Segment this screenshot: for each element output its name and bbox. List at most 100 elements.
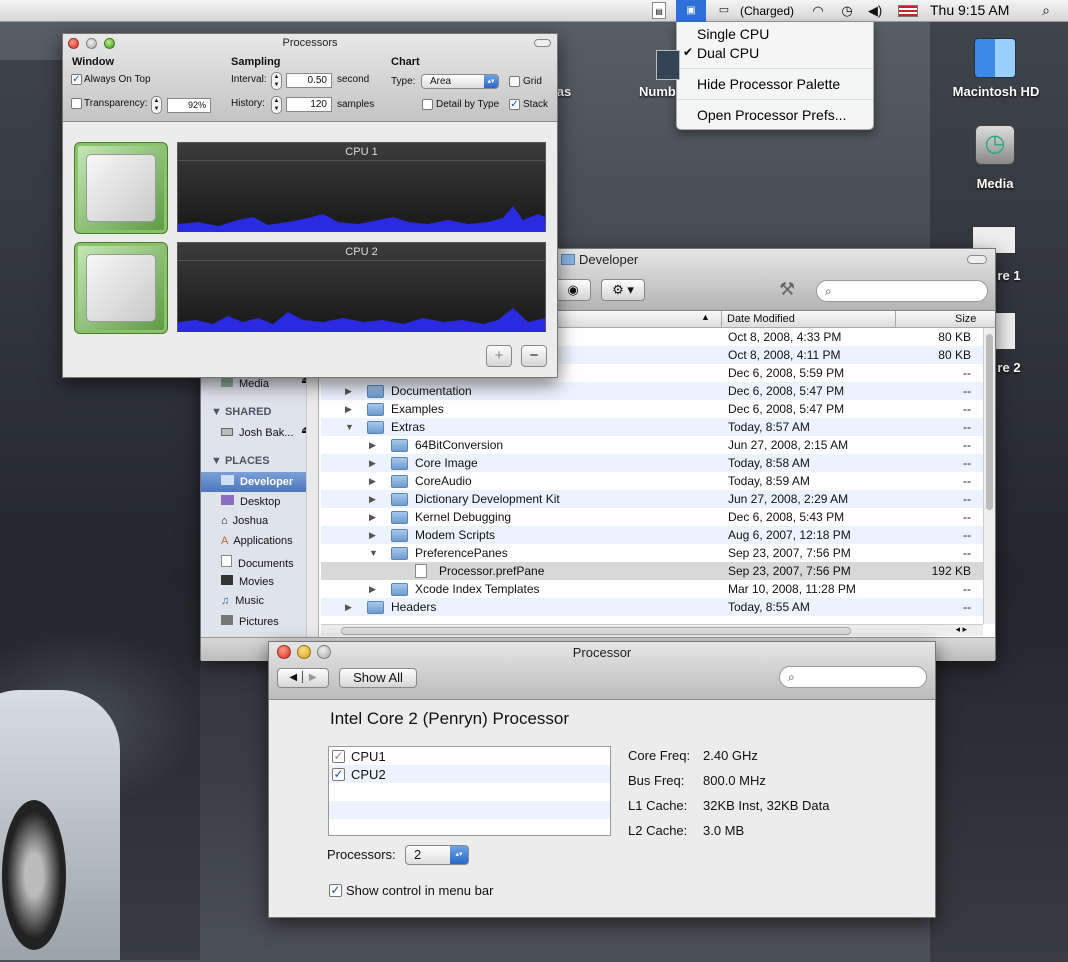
sidebar-item-shared-computer[interactable]: Josh Bak... — [221, 427, 293, 439]
scroll-thumb[interactable] — [341, 627, 851, 635]
menu-item-open-prefs[interactable]: Open Processor Prefs... — [697, 107, 846, 123]
document-icon[interactable]: ▤ — [652, 2, 666, 19]
menu-item-dual-cpu[interactable]: Dual CPU — [697, 45, 759, 61]
transparency-checkbox[interactable] — [71, 98, 82, 109]
cpu1-checkbox[interactable]: ✓ — [332, 750, 345, 763]
cpu2-checkbox[interactable]: ✓ — [332, 768, 345, 781]
disclosure-down-icon[interactable]: ▼ — [345, 418, 354, 436]
finder-search-field[interactable]: ⌕ — [816, 280, 988, 302]
desktop-icon-re-2[interactable]: re 2 — [994, 360, 1024, 375]
disclosure-down-icon[interactable]: ▼ — [369, 544, 378, 562]
table-row[interactable]: ▶ Modem Scripts Aug 6, 2007, 12:18 PM -- — [321, 526, 983, 544]
table-row[interactable]: ▼ Extras Today, 8:57 AM -- — [321, 418, 983, 436]
sidebar-item-desktop[interactable]: Desktop — [221, 495, 280, 508]
table-row[interactable]: ▶ Dictionary Development Kit Jun 27, 2008,… — [321, 490, 983, 508]
folder-icon — [391, 529, 408, 542]
sidebar-item-movies[interactable]: Movies — [221, 575, 274, 588]
remove-button[interactable]: − — [521, 345, 547, 367]
disclosure-right-icon[interactable]: ▶ — [345, 598, 352, 616]
history-stepper[interactable]: ▲ ▼ — [271, 96, 282, 114]
chart-type-popup[interactable]: Area ▴▾ — [421, 74, 499, 89]
toolbar-toggle[interactable] — [967, 255, 987, 264]
back-forward-buttons[interactable]: ◀ │ ▶ — [277, 668, 329, 688]
always-on-top-checkbox[interactable]: ✓ — [71, 74, 82, 85]
quick-look-button[interactable]: ◉ — [555, 279, 591, 301]
finder-face-icon[interactable] — [974, 38, 1016, 78]
numbers-app-icon[interactable] — [656, 50, 680, 80]
column-date-modified[interactable]: Date Modified — [727, 313, 795, 325]
transparency-stepper[interactable]: ▲ ▼ — [151, 96, 162, 114]
menu-item-hide-palette[interactable]: Hide Processor Palette — [697, 76, 840, 92]
toolbar-toggle[interactable] — [534, 39, 551, 47]
table-row[interactable]: ▶ Documentation Dec 6, 2008, 5:47 PM -- — [321, 382, 983, 400]
menu-clock[interactable]: Thu 9:15 AM — [930, 2, 1009, 18]
time-machine-drive-icon[interactable]: ◷ — [975, 125, 1015, 165]
disclosure-right-icon[interactable]: ▶ — [369, 526, 376, 544]
sidebar-item-documents[interactable]: Documents — [221, 555, 294, 570]
wifi-icon[interactable]: ◠ — [808, 2, 828, 19]
tools-icon[interactable]: ⚒ — [779, 279, 795, 300]
grid-checkbox[interactable] — [509, 76, 520, 87]
table-row[interactable]: ▶ Core Image Today, 8:58 AM -- — [321, 454, 983, 472]
sidebar-item-media[interactable]: Media — [221, 377, 269, 390]
desktop-icon-numbers[interactable]: Numb — [639, 84, 675, 99]
battery-icon[interactable]: ▭ — [712, 2, 736, 19]
sidebar-item-applications[interactable]: A Applications — [221, 535, 293, 547]
disclosure-right-icon[interactable]: ▶ — [369, 472, 376, 490]
processor-menu-icon[interactable]: ▣ — [676, 0, 706, 22]
disk-image-icon[interactable] — [994, 312, 1016, 350]
action-menu-button[interactable]: ⚙ ▾ — [601, 279, 645, 301]
vertical-scrollbar[interactable] — [983, 328, 995, 624]
transparency-field[interactable]: 92% — [167, 98, 211, 113]
sidebar-item-joshua[interactable]: ⌂ Joshua — [221, 515, 268, 527]
us-flag-icon[interactable] — [898, 5, 918, 17]
show-control-checkbox[interactable]: ✓ — [329, 884, 342, 897]
table-row[interactable]: ▼ PreferencePanes Sep 23, 2007, 7:56 PM -- — [321, 544, 983, 562]
interval-stepper[interactable]: ▲ ▼ — [271, 72, 282, 90]
show-all-button[interactable]: Show All — [339, 668, 417, 688]
forward-icon[interactable]: ▶ — [309, 672, 317, 683]
sidebar-item-pictures[interactable]: Pictures — [221, 615, 279, 628]
menu-item-single-cpu[interactable]: Single CPU — [697, 26, 769, 42]
sidebar-header-shared[interactable]: ▼ SHARED — [211, 406, 271, 418]
prefs-search-field[interactable]: ⌕ — [779, 666, 927, 688]
desktop-icon-partial[interactable]: as — [556, 84, 572, 99]
back-icon[interactable]: ◀ — [289, 672, 297, 683]
scroll-arrows-icon[interactable]: ◂ ▸ — [955, 624, 967, 635]
table-row[interactable]: ▶ Kernel Debugging Dec 6, 2008, 5:43 PM -- — [321, 508, 983, 526]
disclosure-right-icon[interactable]: ▶ — [345, 382, 352, 400]
disclosure-right-icon[interactable]: ▶ — [369, 454, 376, 472]
disclosure-right-icon[interactable]: ▶ — [369, 490, 376, 508]
sidebar-item-developer[interactable]: Developer — [221, 475, 293, 488]
add-button[interactable]: + — [486, 345, 512, 367]
desktop-icon-macintosh-hd[interactable]: Macintosh HD — [950, 84, 1042, 99]
spotlight-icon[interactable]: ⌕ — [1036, 2, 1056, 19]
horizontal-scrollbar[interactable]: ◂ ▸ — [321, 624, 983, 636]
table-row[interactable]: Processor.prefPane Sep 23, 2007, 7:56 PM 1… — [321, 562, 983, 580]
desktop-icon-media[interactable]: Media — [960, 176, 1030, 191]
disclosure-right-icon[interactable]: ▶ — [369, 436, 376, 454]
history-field[interactable]: 120 — [286, 97, 332, 112]
table-row[interactable]: ▶ Xcode Index Templates Mar 10, 2008, 11:2… — [321, 580, 983, 598]
disclosure-right-icon[interactable]: ▶ — [345, 400, 352, 418]
table-row[interactable]: ▶ Headers Today, 8:55 AM -- — [321, 598, 983, 616]
disclosure-right-icon[interactable]: ▶ — [369, 580, 376, 598]
sort-indicator-icon[interactable]: ▲ — [701, 312, 710, 322]
detail-by-type-checkbox[interactable] — [422, 99, 433, 110]
stack-checkbox[interactable]: ✓ — [509, 99, 520, 110]
scroll-thumb[interactable] — [986, 334, 993, 510]
file-name: Core Image — [415, 456, 478, 470]
folder-icon — [391, 583, 408, 596]
processors-popup[interactable]: 2 ▴▾ — [405, 845, 469, 865]
table-row[interactable]: ▶ CoreAudio Today, 8:59 AM -- — [321, 472, 983, 490]
sidebar-header-places[interactable]: ▼ PLACES — [211, 455, 270, 467]
table-row[interactable]: ▶ Examples Dec 6, 2008, 5:47 PM -- — [321, 400, 983, 418]
time-machine-icon[interactable]: ◷ — [838, 2, 856, 19]
table-row[interactable]: ▶ 64BitConversion Jun 27, 2008, 2:15 AM -- — [321, 436, 983, 454]
column-size[interactable]: Size — [955, 313, 976, 325]
disclosure-right-icon[interactable]: ▶ — [369, 508, 376, 526]
volume-icon[interactable]: ◀) — [866, 2, 884, 19]
interval-field[interactable]: 0.50 — [286, 73, 332, 88]
desktop-icon-re-1[interactable]: re 1 — [994, 268, 1024, 283]
sidebar-item-music[interactable]: ♫ Music — [221, 595, 264, 607]
